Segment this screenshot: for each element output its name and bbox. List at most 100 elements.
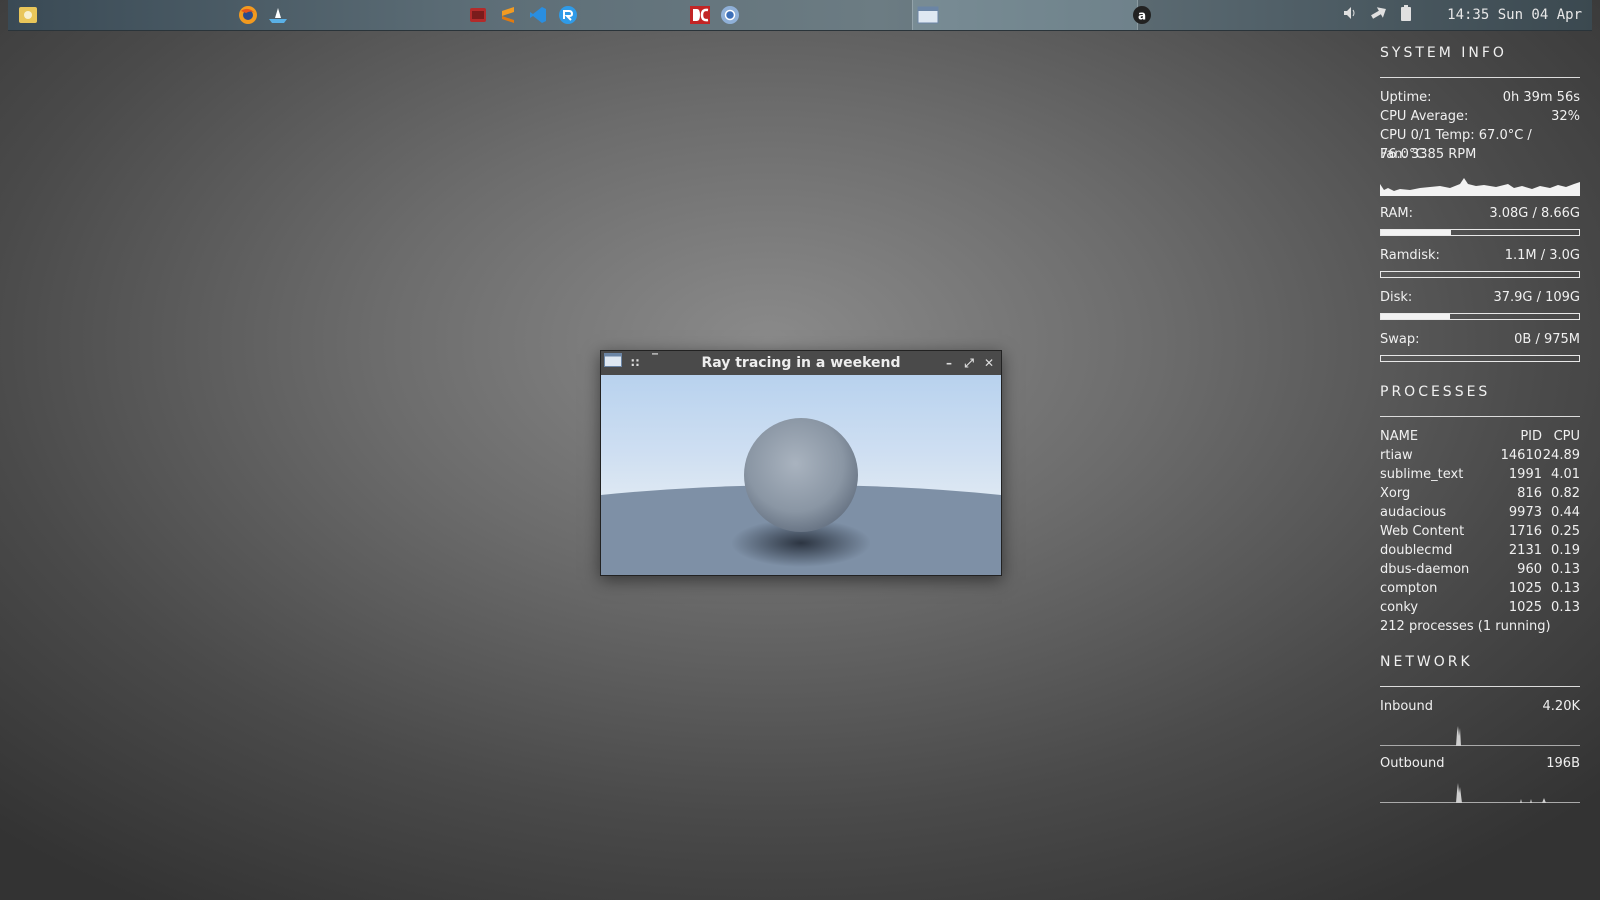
ram-row: RAM: 3.08G / 8.66G (1380, 204, 1580, 223)
sublime-text-icon[interactable] (496, 3, 520, 27)
process-row: rtiaw 14610 24.89 (1380, 446, 1580, 465)
process-name-header: NAME (1380, 429, 1419, 444)
cpu-average-row: CPU Average: 32% (1380, 107, 1580, 126)
outbound-label: Outbound (1380, 756, 1445, 771)
disk-value: 37.9G / 109G (1493, 290, 1580, 305)
uptime-label: Uptime: (1380, 90, 1432, 105)
ramdisk-bar (1380, 271, 1580, 278)
ram-bar-fill (1381, 230, 1452, 235)
swap-row: Swap: 0B / 975M (1380, 330, 1580, 349)
swap-label: Swap: (1380, 332, 1420, 347)
process-pid: 14610 (1500, 448, 1542, 463)
process-pid: 9973 (1508, 505, 1542, 520)
outbound-value: 196B (1546, 756, 1580, 771)
process-row: Web Content 1716 0.25 (1380, 522, 1580, 541)
process-cpu: 0.13 (1551, 562, 1580, 577)
disk-row: Disk: 37.9G / 109G (1380, 288, 1580, 307)
terminal-icon[interactable] (466, 3, 490, 27)
processes-heading: PROCESSES (1380, 384, 1491, 400)
process-name: doublecmd (1380, 543, 1453, 558)
divider (1380, 77, 1580, 78)
process-name: Web Content (1380, 524, 1465, 539)
fan-text: Fan: 3385 RPM (1380, 147, 1477, 162)
outbound-row: Outbound 196B (1380, 754, 1580, 773)
svg-text:a: a (1138, 9, 1146, 23)
refresh-app-icon[interactable] (556, 3, 580, 27)
render-window[interactable]: ∷ ‾ Ray tracing in a weekend – ⤢ ✕ (600, 350, 1002, 576)
process-row: sublime_text 1991 4.01 (1380, 465, 1580, 484)
system-tray (1342, 0, 1412, 30)
process-cpu: 0.25 (1551, 524, 1580, 539)
app-menu-icon[interactable] (16, 3, 40, 27)
taskbar: a 14:35 Sun 04 Apr (8, 0, 1592, 31)
process-pid: 816 (1517, 486, 1542, 501)
inbound-row: Inbound 4.20K (1380, 697, 1580, 716)
divider (1380, 416, 1580, 417)
process-row: audacious 9973 0.44 (1380, 503, 1580, 522)
inbound-label: Inbound (1380, 699, 1434, 714)
process-cpu: 0.82 (1551, 486, 1580, 501)
process-name: Xorg (1380, 486, 1411, 501)
process-row: Xorg 816 0.82 (1380, 484, 1580, 503)
process-pid: 1025 (1508, 581, 1542, 596)
clock[interactable]: 14:35 Sun 04 Apr (1447, 0, 1582, 30)
sphere (744, 418, 858, 532)
swap-value: 0B / 975M (1514, 332, 1580, 347)
uptime-row: Uptime: 0h 39m 56s (1380, 88, 1580, 107)
chromium-icon[interactable] (718, 3, 742, 27)
minimize-icon[interactable]: – (941, 351, 957, 375)
render-canvas (601, 375, 1001, 575)
active-task-highlight[interactable] (912, 0, 1138, 30)
network-heading: NETWORK (1380, 654, 1473, 670)
close-icon[interactable]: ✕ (981, 351, 997, 375)
double-commander-icon[interactable] (688, 3, 712, 27)
system-info-heading: SYSTEM INFO (1380, 45, 1507, 61)
process-row: doublecmd 2131 0.19 (1380, 541, 1580, 560)
cpu-average-label: CPU Average: (1380, 109, 1469, 124)
process-name: conky (1380, 600, 1419, 615)
process-cpu: 0.44 (1551, 505, 1580, 520)
window-task-icon[interactable] (916, 3, 940, 27)
battery-icon[interactable] (1400, 5, 1412, 25)
process-name: dbus-daemon (1380, 562, 1470, 577)
process-name: rtiaw (1380, 448, 1413, 463)
ramdisk-value: 1.1M / 3.0G (1504, 248, 1580, 263)
outbound-graph (1380, 779, 1580, 803)
inbound-graph (1380, 722, 1580, 746)
process-row: conky 1025 0.13 (1380, 598, 1580, 617)
cpu-temp-row: CPU 0/1 Temp: 67.0°C / 76.0°C (1380, 126, 1580, 162)
process-pid: 1025 (1508, 600, 1542, 615)
disk-bar-fill (1381, 314, 1450, 319)
process-row: compton 1025 0.13 (1380, 579, 1580, 598)
raytraced-scene (601, 418, 1001, 575)
process-pid-header: PID (1520, 429, 1542, 444)
whisker-menu-icon[interactable] (266, 3, 290, 27)
ramdisk-label: Ramdisk: (1380, 248, 1440, 263)
volume-icon[interactable] (1342, 5, 1358, 25)
process-cpu: 4.01 (1551, 467, 1580, 482)
audacious-icon[interactable]: a (1130, 3, 1154, 27)
process-cpu-header: CPU (1553, 429, 1580, 444)
maximize-icon[interactable]: ⤢ (961, 351, 977, 375)
process-row: dbus-daemon 960 0.13 (1380, 560, 1580, 579)
swap-bar (1380, 355, 1580, 362)
window-titlebar[interactable]: ∷ ‾ Ray tracing in a weekend – ⤢ ✕ (601, 351, 1001, 375)
fan-row: Fan: 3385 RPM (1380, 145, 1580, 164)
firefox-icon[interactable] (236, 3, 260, 27)
cpu-graph (1380, 174, 1580, 196)
process-cpu: 0.13 (1551, 600, 1580, 615)
vscode-icon[interactable] (526, 3, 550, 27)
process-pid: 2131 (1508, 543, 1542, 558)
process-name: sublime_text (1380, 467, 1464, 482)
inbound-value: 4.20K (1542, 699, 1580, 714)
network-icon[interactable] (1370, 5, 1388, 25)
uptime-value: 0h 39m 56s (1502, 90, 1580, 105)
process-cpu: 24.89 (1542, 448, 1580, 463)
process-summary: 212 processes (1 running) (1380, 617, 1580, 636)
process-header-row: NAME PID CPU (1380, 427, 1580, 446)
ram-value: 3.08G / 8.66G (1489, 206, 1580, 221)
process-cpu: 0.13 (1551, 581, 1580, 596)
cpu-average-value: 32% (1551, 109, 1580, 124)
disk-bar (1380, 313, 1580, 320)
process-pid: 960 (1517, 562, 1542, 577)
